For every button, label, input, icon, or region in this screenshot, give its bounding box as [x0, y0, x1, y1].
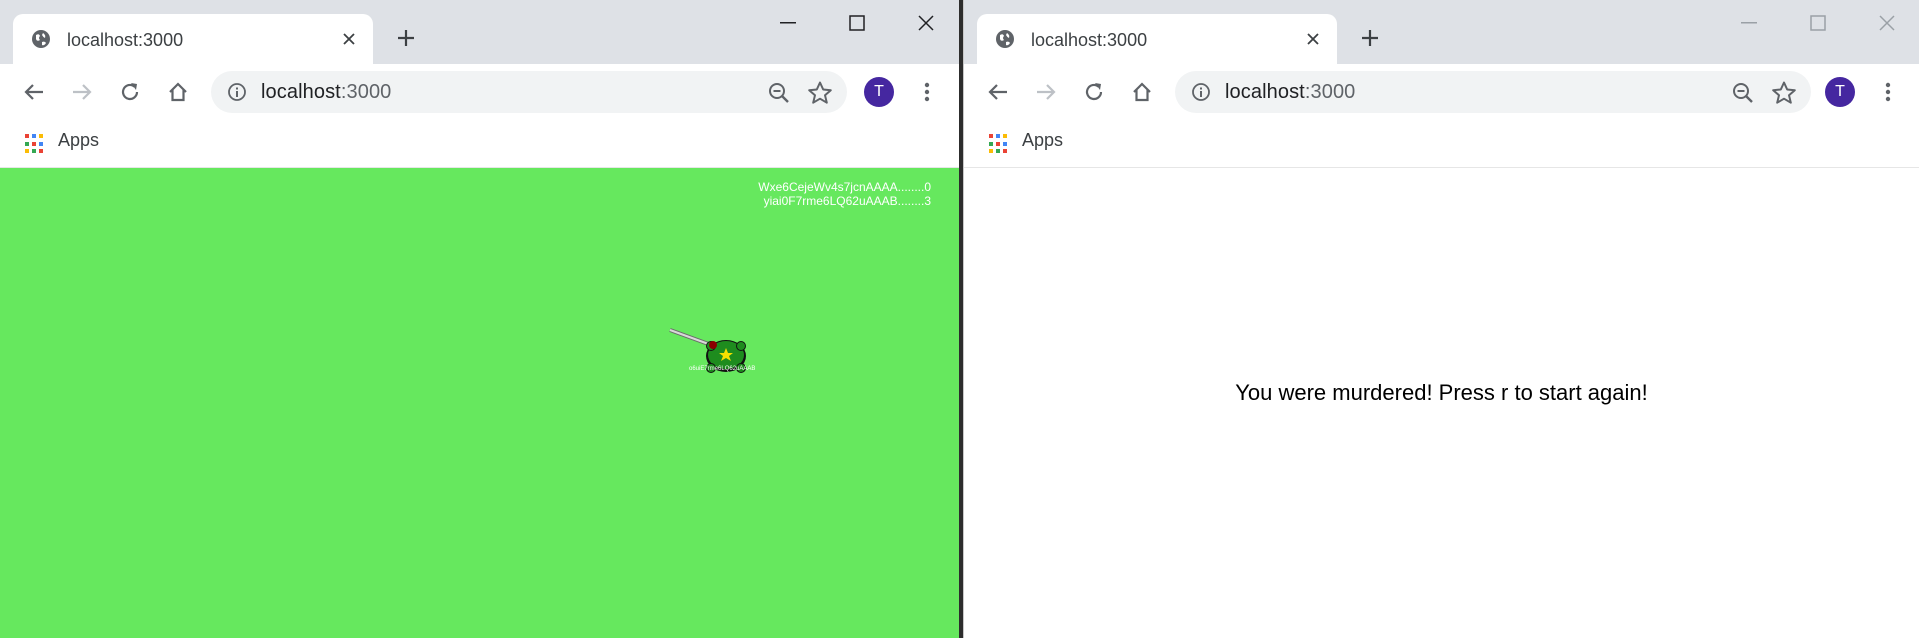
globe-icon — [32, 30, 50, 48]
back-arrow-icon[interactable] — [982, 76, 1014, 108]
tab-strip: localhost:3000 — [964, 0, 1919, 64]
browser-toolbar: localhost:3000 T — [964, 64, 1919, 120]
apps-grid-icon[interactable] — [989, 134, 1009, 154]
player-name-label: o6uiE7rme6LQ62uAAAB — [689, 366, 756, 372]
url-text: localhost:3000 — [1225, 81, 1356, 103]
profile-avatar[interactable]: T — [864, 77, 894, 107]
info-icon[interactable] — [227, 82, 247, 102]
close-window-icon[interactable] — [1862, 8, 1912, 38]
maximize-icon[interactable] — [832, 8, 882, 38]
tab-localhost[interactable]: localhost:3000 — [13, 14, 373, 64]
leaderboard-entry: Wxe6CejeWv4s7jcnAAAA........0 — [758, 180, 931, 194]
address-bar[interactable]: localhost:3000 — [1175, 71, 1811, 113]
profile-avatar[interactable]: T — [1825, 77, 1855, 107]
home-icon[interactable] — [1126, 76, 1158, 108]
globe-icon — [996, 30, 1014, 48]
more-menu-icon[interactable] — [1872, 76, 1904, 108]
minimize-icon[interactable] — [1724, 8, 1774, 38]
bookmarks-bar: Apps — [0, 120, 959, 168]
death-message: You were murdered! Press r to start agai… — [1235, 380, 1648, 405]
leaderboard-entry: yiai0F7rme6LQ62uAAAB........3 — [763, 194, 931, 208]
bookmark-star-icon[interactable] — [807, 80, 833, 106]
minimize-icon[interactable] — [763, 8, 813, 38]
browser-window-left: localhost:3000 localhost:3000 T Apps Wxe… — [0, 0, 959, 638]
bookmarks-bar: Apps — [964, 120, 1919, 168]
address-bar[interactable]: localhost:3000 — [211, 71, 847, 113]
page-content: You were murdered! Press r to start agai… — [964, 168, 1919, 638]
forward-arrow-icon[interactable] — [66, 76, 98, 108]
reload-icon[interactable] — [114, 76, 146, 108]
player-tank-sprite — [669, 328, 746, 373]
zoom-out-icon[interactable] — [767, 81, 791, 105]
apps-grid-icon[interactable] — [25, 134, 45, 154]
tab-localhost[interactable]: localhost:3000 — [977, 14, 1337, 64]
bookmark-star-icon[interactable] — [1771, 80, 1797, 106]
close-window-icon[interactable] — [901, 8, 951, 38]
browser-window-right: localhost:3000 localhost:3000 T Apps You… — [963, 0, 1919, 638]
apps-bookmark-label[interactable]: Apps — [1022, 130, 1063, 151]
forward-arrow-icon[interactable] — [1030, 76, 1062, 108]
reload-icon[interactable] — [1078, 76, 1110, 108]
new-tab-icon[interactable] — [392, 24, 420, 52]
zoom-out-icon[interactable] — [1731, 81, 1755, 105]
back-arrow-icon[interactable] — [18, 76, 50, 108]
apps-bookmark-label[interactable]: Apps — [58, 130, 99, 151]
maximize-icon[interactable] — [1793, 8, 1843, 38]
more-menu-icon[interactable] — [911, 76, 943, 108]
url-text: localhost:3000 — [261, 81, 392, 103]
home-icon[interactable] — [162, 76, 194, 108]
info-icon[interactable] — [1191, 82, 1211, 102]
browser-toolbar: localhost:3000 T — [0, 64, 959, 120]
desktop: localhost:3000 localhost:3000 T Apps Wxe… — [0, 0, 1919, 638]
tab-title: localhost:3000 — [67, 30, 184, 50]
game-canvas[interactable]: Wxe6CejeWv4s7jcnAAAA........0 yiai0F7rme… — [0, 168, 959, 638]
close-tab-icon[interactable] — [1301, 27, 1325, 51]
tab-strip: localhost:3000 — [0, 0, 959, 64]
new-tab-icon[interactable] — [1356, 24, 1384, 52]
close-tab-icon[interactable] — [337, 27, 361, 51]
leaderboard: Wxe6CejeWv4s7jcnAAAA........0 yiai0F7rme… — [758, 180, 931, 208]
tab-title: localhost:3000 — [1031, 30, 1148, 50]
